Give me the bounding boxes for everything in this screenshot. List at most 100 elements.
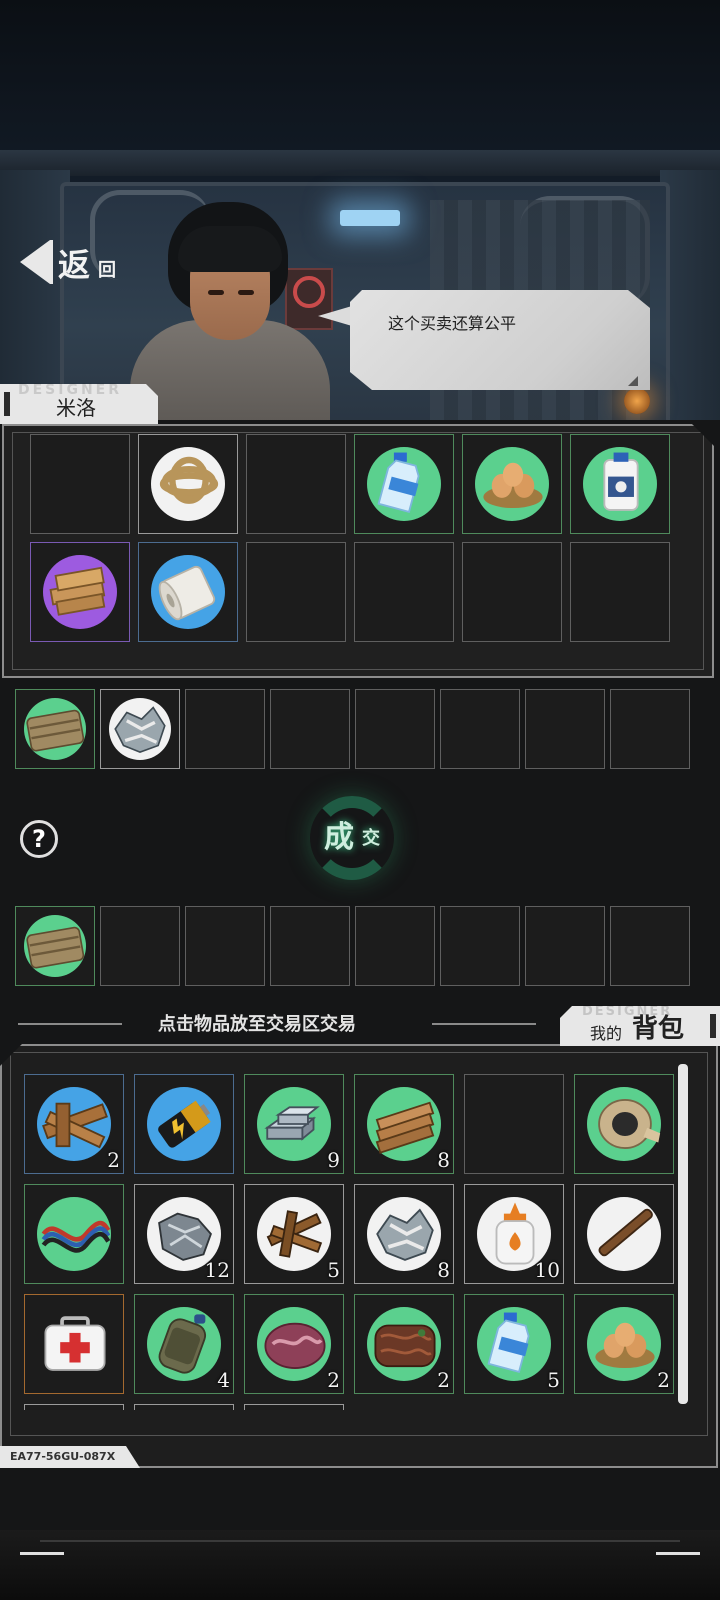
item-count: 5 bbox=[547, 1368, 560, 1392]
item-slot[interactable] bbox=[134, 1404, 234, 1410]
item-slot[interactable]: 10 bbox=[464, 1184, 564, 1284]
item-slot[interactable] bbox=[570, 434, 670, 534]
rope-icon bbox=[149, 447, 229, 521]
item-slot[interactable]: 12 bbox=[134, 1184, 234, 1284]
empty-item-slot[interactable] bbox=[270, 689, 350, 769]
empty-item-slot[interactable] bbox=[270, 906, 350, 986]
help-button[interactable]: ? bbox=[20, 820, 58, 858]
item-slot[interactable] bbox=[462, 434, 562, 534]
item-slot[interactable]: 8 bbox=[354, 1184, 454, 1284]
medkit-icon bbox=[35, 1307, 115, 1381]
backpack-tag-bar bbox=[710, 1014, 716, 1038]
empty-item-slot[interactable] bbox=[100, 906, 180, 986]
empty-item-slot[interactable] bbox=[354, 542, 454, 642]
empty-item-slot[interactable] bbox=[355, 689, 435, 769]
npc-dialogue: 这个买卖还算公平 bbox=[388, 314, 517, 333]
empty-item-slot[interactable] bbox=[355, 906, 435, 986]
speech-bubble-corner bbox=[628, 376, 638, 386]
item-count: 8 bbox=[437, 1148, 450, 1172]
item-slot[interactable] bbox=[15, 906, 95, 986]
item-count: 8 bbox=[437, 1258, 450, 1282]
cooked-meat-icon bbox=[365, 1307, 445, 1381]
water-bottle-icon bbox=[475, 1307, 555, 1381]
stick-icon bbox=[585, 1197, 665, 1271]
speech-bubble bbox=[350, 290, 650, 390]
item-count: 9 bbox=[327, 1148, 340, 1172]
item-count: 2 bbox=[327, 1368, 340, 1392]
empty-item-slot[interactable] bbox=[464, 1074, 564, 1174]
item-slot[interactable] bbox=[138, 542, 238, 642]
item-slot[interactable] bbox=[574, 1074, 674, 1174]
empty-item-slot[interactable] bbox=[525, 689, 605, 769]
bottom-bar bbox=[0, 1530, 720, 1600]
wood-planks-icon bbox=[35, 1087, 115, 1161]
scrap-cloth-icon bbox=[107, 696, 173, 762]
back-button[interactable]: 返 回 bbox=[16, 234, 126, 290]
empty-item-slot[interactable] bbox=[30, 434, 130, 534]
item-slot[interactable] bbox=[244, 1404, 344, 1410]
ceiling bbox=[0, 150, 720, 176]
item-slot[interactable] bbox=[15, 689, 95, 769]
item-slot[interactable]: 2 bbox=[24, 1074, 124, 1174]
item-count: 2 bbox=[107, 1148, 120, 1172]
item-slot[interactable] bbox=[24, 1404, 124, 1410]
back-label-main: 返 bbox=[58, 246, 91, 284]
empty-item-slot[interactable] bbox=[185, 689, 265, 769]
item-slot[interactable] bbox=[354, 434, 454, 534]
item-slot[interactable]: 2 bbox=[354, 1294, 454, 1394]
divider bbox=[18, 1023, 122, 1025]
item-slot[interactable]: 2 bbox=[574, 1294, 674, 1394]
empty-item-slot[interactable] bbox=[440, 689, 520, 769]
burlap-cloth-icon bbox=[22, 696, 88, 762]
scrap-wood-icon bbox=[255, 1197, 335, 1271]
item-slot[interactable]: 2 bbox=[244, 1294, 344, 1394]
item-slot[interactable]: 5 bbox=[244, 1184, 344, 1284]
bandage-roll-icon bbox=[149, 555, 229, 629]
milk-jug-icon bbox=[581, 447, 661, 521]
back-label-sub: 回 bbox=[98, 260, 116, 281]
duct-tape-icon bbox=[585, 1087, 665, 1161]
raw-meat-icon bbox=[255, 1307, 335, 1381]
back-arrow-icon bbox=[20, 240, 50, 284]
item-slot[interactable] bbox=[574, 1184, 674, 1284]
deal-button[interactable]: 成 交 bbox=[302, 790, 402, 886]
wood-blocks-icon bbox=[41, 555, 121, 629]
item-count: 2 bbox=[437, 1368, 450, 1392]
item-slot[interactable] bbox=[134, 1074, 234, 1174]
item-count: 12 bbox=[204, 1258, 230, 1282]
empty-item-slot[interactable] bbox=[610, 689, 690, 769]
metal-ingots-icon bbox=[255, 1087, 335, 1161]
battery-icon bbox=[145, 1087, 225, 1161]
item-slot[interactable] bbox=[30, 542, 130, 642]
divider bbox=[432, 1023, 536, 1025]
empty-item-slot[interactable] bbox=[246, 434, 346, 534]
lantern bbox=[624, 388, 650, 414]
empty-item-slot[interactable] bbox=[610, 906, 690, 986]
item-count: 4 bbox=[217, 1368, 230, 1392]
empty-item-slot[interactable] bbox=[185, 906, 265, 986]
item-count: 5 bbox=[327, 1258, 340, 1282]
item-slot[interactable] bbox=[100, 689, 180, 769]
deal-label-main: 成 bbox=[324, 820, 354, 855]
item-slot[interactable]: 9 bbox=[244, 1074, 344, 1174]
item-slot[interactable] bbox=[138, 434, 238, 534]
empty-item-slot[interactable] bbox=[246, 542, 346, 642]
item-slot[interactable]: 5 bbox=[464, 1294, 564, 1394]
water-bottle-icon bbox=[365, 447, 445, 521]
backpack-scrollbar[interactable] bbox=[678, 1064, 688, 1404]
empty-item-slot[interactable] bbox=[462, 542, 562, 642]
empty-item-slot[interactable] bbox=[440, 906, 520, 986]
ceiling-lamp bbox=[340, 210, 400, 226]
empty-item-slot[interactable] bbox=[570, 542, 670, 642]
name-tag-bar bbox=[4, 392, 10, 416]
eggs-nest-icon bbox=[585, 1307, 665, 1381]
empty-item-slot[interactable] bbox=[525, 906, 605, 986]
trade-hint: 点击物品放至交易区交易 bbox=[158, 1014, 356, 1035]
item-slot[interactable]: 4 bbox=[134, 1294, 234, 1394]
eggs-nest-icon bbox=[473, 447, 553, 521]
item-slot[interactable] bbox=[24, 1294, 124, 1394]
footer-code: EA77-56GU-087X bbox=[10, 1450, 116, 1463]
burlap-cloth-icon bbox=[22, 913, 88, 979]
item-slot[interactable]: 8 bbox=[354, 1074, 454, 1174]
item-slot[interactable] bbox=[24, 1184, 124, 1284]
